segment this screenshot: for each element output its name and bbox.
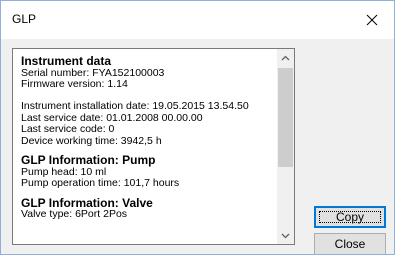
scroll-up-button[interactable] <box>277 49 294 66</box>
close-button-label: Close <box>334 237 366 251</box>
title-bar[interactable]: GLP <box>1 1 394 39</box>
pump-heading: GLP Information: Pump <box>21 153 156 167</box>
chevron-down-icon <box>281 233 290 238</box>
last-service-code-line: Last service code: 0 <box>21 123 115 135</box>
scroll-down-button[interactable] <box>277 227 294 244</box>
valve-type-line: Valve type: 6Port 2Pos <box>21 208 128 220</box>
firmware-version-line: Firmware version: 1.14 <box>21 78 128 90</box>
window-close-button[interactable] <box>350 1 394 39</box>
scrollbar-thumb[interactable] <box>278 68 293 167</box>
close-button[interactable]: Close <box>314 233 386 254</box>
close-icon <box>366 14 378 26</box>
working-time-line: Device working time: 3942,5 h <box>21 134 162 147</box>
focus-rectangle <box>319 211 381 223</box>
instrument-data-heading: Instrument data <box>21 54 112 68</box>
installation-date-line: Instrument installation date: 19.05.2015… <box>21 100 249 112</box>
vertical-scrollbar[interactable] <box>277 49 294 244</box>
copy-button[interactable]: Copy <box>314 206 386 228</box>
glp-info-textbox[interactable]: Instrument data Serial number: FYA152100… <box>12 48 295 245</box>
pump-operation-time-line: Pump operation time: 101,7 hours <box>21 177 180 189</box>
chevron-up-icon <box>281 55 290 60</box>
glp-info-text: Instrument data Serial number: FYA152100… <box>21 55 276 221</box>
window-title: GLP <box>12 12 37 26</box>
glp-dialog: GLP Instrument data Serial number: FYA15… <box>0 0 395 255</box>
